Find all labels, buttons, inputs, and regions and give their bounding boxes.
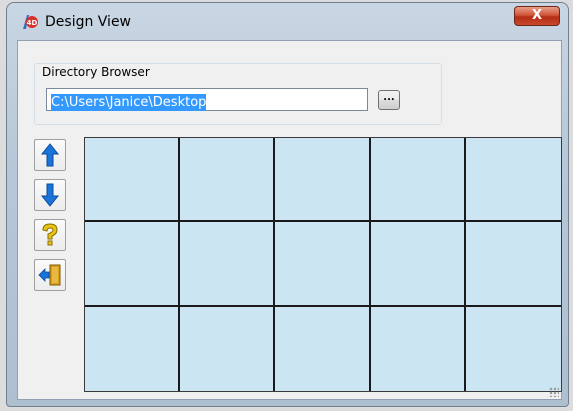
grid-cell[interactable]	[371, 306, 466, 391]
up-arrow-icon	[40, 143, 60, 167]
grid-cell[interactable]	[465, 222, 561, 307]
directory-path-input[interactable]: C:\Users\Janice\Desktop	[46, 88, 368, 111]
resize-grip[interactable]	[549, 387, 559, 397]
help-button[interactable]	[34, 219, 66, 251]
window-title: Design View	[45, 14, 132, 30]
grid-cell[interactable]	[180, 306, 276, 391]
grid-cell[interactable]	[465, 138, 561, 223]
svg-text:4D: 4D	[27, 19, 38, 27]
directory-path-text: C:\Users\Janice\Desktop	[51, 94, 207, 111]
grid-cell[interactable]	[370, 222, 466, 307]
exit-door-icon	[38, 264, 61, 286]
grid-cell[interactable]	[275, 138, 371, 223]
grid-cell[interactable]	[370, 138, 466, 223]
grid-cell[interactable]	[180, 222, 276, 307]
grid-cell[interactable]	[275, 222, 371, 307]
design-grid	[84, 137, 562, 392]
down-arrow-icon	[40, 183, 60, 207]
app-icon: 4D	[23, 15, 38, 29]
move-down-button[interactable]	[34, 179, 66, 211]
browse-button[interactable]: ...	[378, 90, 400, 110]
exit-button[interactable]	[34, 259, 66, 291]
client-area: Directory Browser C:\Users\Janice\Deskto…	[17, 40, 562, 400]
grid-cell[interactable]	[85, 306, 181, 391]
grid-cell[interactable]	[85, 138, 181, 223]
title-bar[interactable]: 4D Design View X	[7, 3, 568, 41]
move-up-button[interactable]	[34, 139, 66, 171]
grid-cell[interactable]	[466, 307, 561, 391]
close-icon: X	[531, 8, 543, 23]
close-button[interactable]: X	[514, 6, 560, 26]
design-view-window: 4D Design View X Directory Browser C:\Us…	[6, 2, 569, 407]
grid-cell[interactable]	[275, 306, 371, 391]
grid-cell[interactable]	[85, 222, 181, 307]
grid-cell[interactable]	[180, 138, 276, 223]
group-label: Directory Browser	[40, 65, 152, 79]
help-question-icon	[42, 223, 58, 246]
